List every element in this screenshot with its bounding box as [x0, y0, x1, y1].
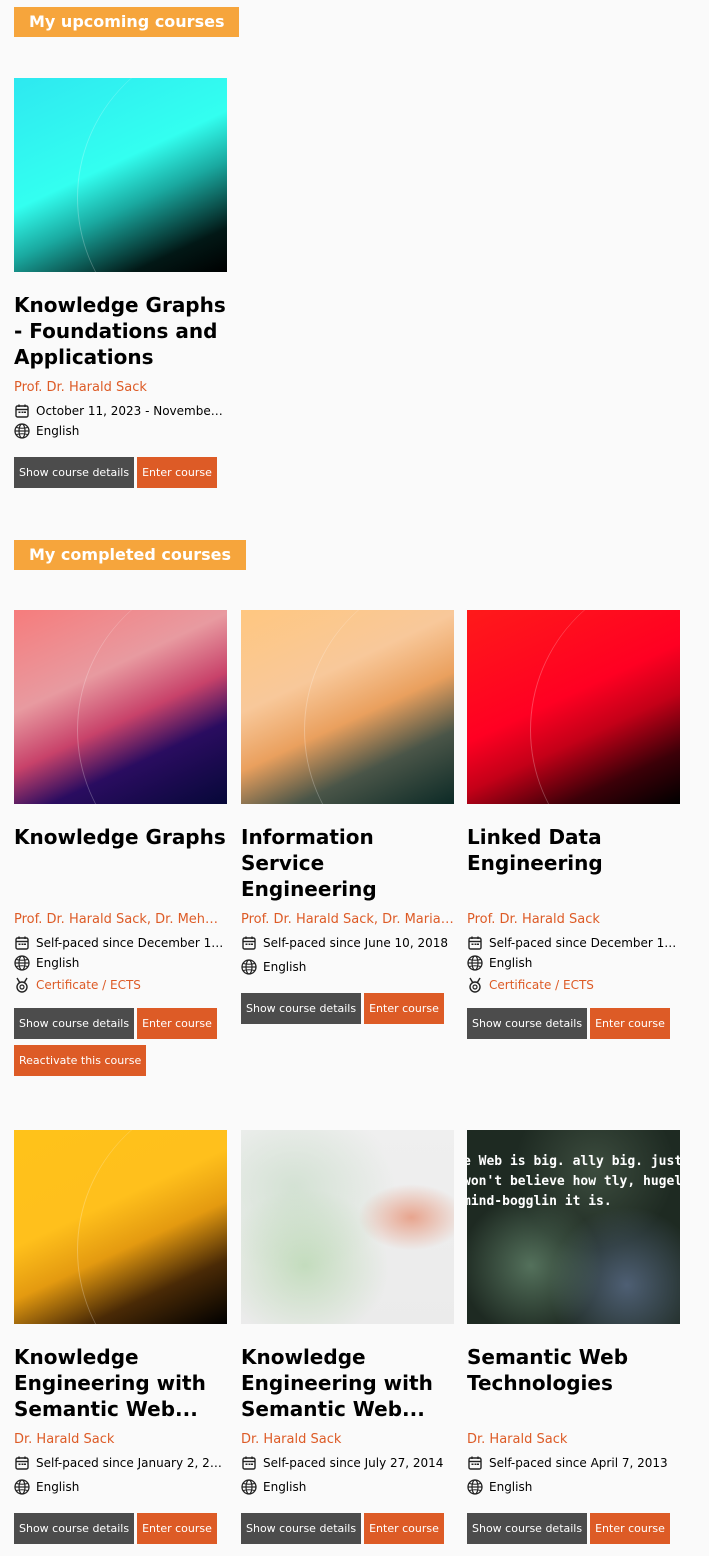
course-title[interactable]: Linked Data Engineering: [467, 824, 680, 902]
course-language: English: [36, 956, 80, 970]
globe-icon: [241, 959, 257, 975]
medal-icon: [467, 977, 483, 993]
globe-icon: [241, 1479, 257, 1495]
course-teachers[interactable]: Dr. Harald Sack: [241, 1432, 454, 1450]
enter-course-button[interactable]: Enter course: [137, 1008, 217, 1039]
course-teachers[interactable]: Prof. Dr. Harald Sack, Dr. Maria Koutrak…: [241, 912, 454, 930]
calendar-icon: [241, 935, 257, 951]
course-certificate-row: Certificate / ECTS: [467, 976, 680, 994]
globe-icon: [467, 955, 483, 971]
course-card: Knowledge Graphs - Foundations and Appli…: [14, 78, 227, 488]
course-date-row: October 11, 2023 - November 21, 2023: [14, 402, 227, 420]
enter-course-button[interactable]: Enter course: [590, 1513, 670, 1544]
calendar-icon: [14, 935, 30, 951]
course-title[interactable]: Information Service Engineering: [241, 824, 454, 902]
course-date: October 11, 2023 - November 21, 2023: [36, 404, 227, 418]
course-card: Linked Data Engineering Prof. Dr. Harald…: [467, 610, 680, 1039]
calendar-icon: [467, 935, 483, 951]
show-course-details-button[interactable]: Show course details: [241, 993, 362, 1024]
calendar-icon: [14, 403, 30, 419]
course-language: English: [489, 1480, 533, 1494]
course-thumbnail[interactable]: [14, 610, 227, 804]
show-course-details-button[interactable]: Show course details: [14, 457, 135, 488]
course-date-row: Self-paced since July 27, 2014: [241, 1454, 454, 1472]
enter-course-button[interactable]: Enter course: [137, 1513, 217, 1544]
course-card: e Web is big. ally big. just won't belie…: [467, 1130, 680, 1544]
course-language-row: English: [467, 1478, 680, 1496]
course-date: Self-paced since December 15, 2020: [36, 936, 227, 950]
show-course-details-button[interactable]: Show course details: [14, 1008, 135, 1039]
globe-icon: [14, 955, 30, 971]
course-language: English: [489, 956, 533, 970]
course-thumbnail-text: e Web is big. ally big. just won't belie…: [467, 1154, 680, 1209]
calendar-icon: [14, 1455, 30, 1471]
course-language-row: English: [14, 1478, 227, 1496]
course-title[interactable]: Knowledge Graphs - Foundations and Appli…: [14, 292, 227, 370]
course-date: Self-paced since July 27, 2014: [263, 1456, 444, 1470]
course-thumbnail[interactable]: [467, 610, 680, 804]
course-date-row: Self-paced since June 10, 2018: [241, 934, 454, 952]
course-teachers[interactable]: Prof. Dr. Harald Sack, Dr. Mehwish Alam: [14, 912, 227, 930]
course-language: English: [36, 424, 80, 438]
course-thumbnail[interactable]: [14, 78, 227, 272]
course-language: English: [263, 1480, 307, 1494]
upcoming-courses-header: My upcoming courses: [14, 7, 240, 37]
course-thumbnail[interactable]: e Web is big. ally big. just won't belie…: [467, 1130, 680, 1324]
course-teachers[interactable]: Dr. Harald Sack: [467, 1432, 680, 1450]
course-date: Self-paced since April 7, 2013: [489, 1456, 668, 1470]
reactivate-course-button[interactable]: Reactivate this course: [14, 1045, 147, 1076]
course-certificate-row: Certificate / ECTS: [14, 976, 227, 994]
course-date-row: Self-paced since December 15, 2020: [14, 934, 227, 952]
course-language-row: English: [241, 1478, 454, 1496]
course-date-row: Self-paced since April 7, 2013: [467, 1454, 680, 1472]
course-title[interactable]: Knowledge Engineering with Semantic Web.…: [241, 1344, 454, 1422]
course-date-row: Self-paced since January 2, 2016: [14, 1454, 227, 1472]
course-date-row: Self-paced since December 12, 2016: [467, 934, 680, 952]
completed-courses-header: My completed courses: [14, 540, 247, 570]
globe-icon: [14, 423, 30, 439]
course-card: Knowledge Engineering with Semantic Web.…: [14, 1130, 227, 1544]
enter-course-button[interactable]: Enter course: [364, 1513, 444, 1544]
course-teachers[interactable]: Prof. Dr. Harald Sack: [467, 912, 680, 930]
course-date: Self-paced since December 12, 2016: [489, 936, 680, 950]
course-thumbnail[interactable]: [14, 1130, 227, 1324]
show-course-details-button[interactable]: Show course details: [467, 1513, 588, 1544]
course-language: English: [263, 960, 307, 974]
course-teachers[interactable]: Dr. Harald Sack: [14, 1432, 227, 1450]
globe-icon: [14, 1479, 30, 1495]
course-language-row: English: [14, 422, 227, 440]
globe-icon: [467, 1479, 483, 1495]
enter-course-button[interactable]: Enter course: [590, 1008, 670, 1039]
course-thumbnail[interactable]: [241, 1130, 454, 1324]
course-card: Knowledge Engineering with Semantic Web.…: [241, 1130, 454, 1544]
course-title[interactable]: Semantic Web Technologies: [467, 1344, 680, 1422]
course-language-row: English: [467, 954, 680, 972]
course-title[interactable]: Knowledge Engineering with Semantic Web.…: [14, 1344, 227, 1422]
course-teachers[interactable]: Prof. Dr. Harald Sack: [14, 380, 227, 398]
show-course-details-button[interactable]: Show course details: [14, 1513, 135, 1544]
certificate-link[interactable]: Certificate / ECTS: [489, 978, 594, 992]
course-title[interactable]: Knowledge Graphs: [14, 824, 227, 902]
course-date: Self-paced since June 10, 2018: [263, 936, 448, 950]
calendar-icon: [467, 1455, 483, 1471]
course-language-row: English: [14, 954, 227, 972]
enter-course-button[interactable]: Enter course: [364, 993, 444, 1024]
course-date: Self-paced since January 2, 2016: [36, 1456, 227, 1470]
course-language: English: [36, 1480, 80, 1494]
calendar-icon: [241, 1455, 257, 1471]
certificate-link[interactable]: Certificate / ECTS: [36, 978, 141, 992]
course-language-row: English: [241, 958, 454, 976]
show-course-details-button[interactable]: Show course details: [241, 1513, 362, 1544]
course-thumbnail[interactable]: [241, 610, 454, 804]
medal-icon: [14, 977, 30, 993]
course-card: Knowledge Graphs Prof. Dr. Harald Sack, …: [14, 610, 227, 1076]
enter-course-button[interactable]: Enter course: [137, 457, 217, 488]
show-course-details-button[interactable]: Show course details: [467, 1008, 588, 1039]
course-card: Information Service Engineering Prof. Dr…: [241, 610, 454, 1024]
